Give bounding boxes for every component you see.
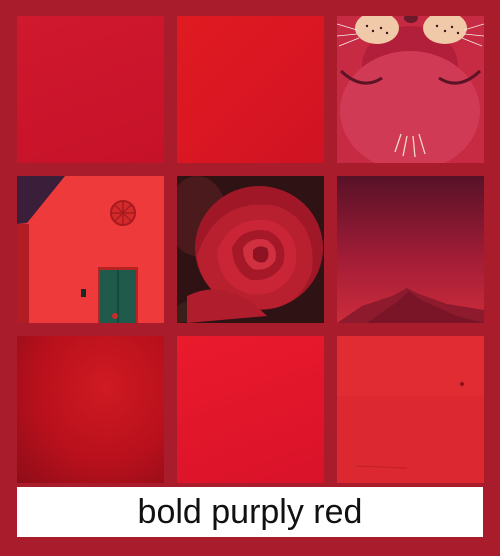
rose-image bbox=[177, 176, 324, 323]
swatch-tile-2 bbox=[177, 16, 324, 163]
caption-bar: bold purply red bbox=[17, 487, 483, 537]
caption-text: bold purply red bbox=[137, 493, 363, 531]
cat-illustration bbox=[337, 16, 484, 163]
swatch-tile-7 bbox=[17, 336, 164, 483]
house-image bbox=[17, 176, 164, 323]
house-illustration bbox=[17, 176, 164, 323]
wall-texture bbox=[337, 336, 484, 483]
mountain-illustration bbox=[337, 176, 484, 323]
swatch-tile-8 bbox=[177, 336, 324, 483]
swatch-tile-1 bbox=[17, 16, 164, 163]
wall-texture-image bbox=[337, 336, 484, 483]
cat-image bbox=[337, 16, 484, 163]
mountain-image bbox=[337, 176, 484, 323]
rose-illustration bbox=[177, 176, 324, 323]
